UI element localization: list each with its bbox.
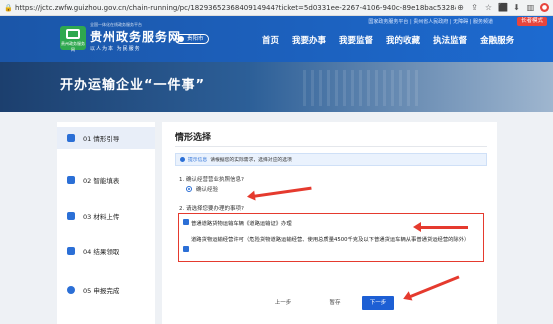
step-4[interactable]: 04 结果领取 <box>57 240 155 262</box>
url-text[interactable]: https://jctc.zwfw.guizhou.gov.cn/chain-r… <box>15 4 456 12</box>
main-nav: 首页 我要办事 我要监督 我的收藏 执法监督 金融服务 <box>262 34 514 46</box>
page-title: 开办运输企业“一件事” <box>60 78 206 93</box>
brand: 全国一体化在线政务服务平台 贵州政务服务网 以人为本 为民服务 <box>90 22 181 52</box>
city-selector[interactable]: 贵阳市 <box>175 34 209 44</box>
city-label: 贵阳市 <box>187 36 204 42</box>
checkbox-item-1[interactable] <box>183 219 189 225</box>
form-icon <box>67 176 75 184</box>
lock-icon: 🔒 <box>4 3 13 12</box>
checkbox-item-2[interactable] <box>183 246 189 252</box>
item-2-label: 道路货物运输经营许可（危险货物道路运输经营、使用总质量4500千克及以下普通货运… <box>191 237 470 243</box>
site-logo[interactable]: 贵州政务服务网 <box>60 26 86 52</box>
zoom-icon[interactable]: ⊕ <box>456 3 465 12</box>
logo-icon <box>66 29 80 39</box>
brand-small: 全国一体化在线政务服务平台 <box>90 22 142 27</box>
step-label: 02 智能填表 <box>83 177 120 185</box>
brand-slogan: 以人为本 为民服务 <box>90 46 141 52</box>
top-links[interactable]: 国家政务服务平台 | 贵州省人民政府 | 无障碍 | 服务频道 <box>368 18 493 25</box>
action-bar: 上一步 暂存 下一步 <box>162 293 497 313</box>
logo-caption: 贵州政务服务网 <box>61 41 85 52</box>
nav-item-enforcement[interactable]: 执法监督 <box>433 34 467 46</box>
q1-option-label: 确认经验 <box>196 187 219 193</box>
profile-icon[interactable]: ● <box>540 3 549 12</box>
step-2[interactable]: 02 智能填表 <box>57 169 155 191</box>
notice-tag: 提示信息 <box>188 158 208 163</box>
radio-selected-icon[interactable] <box>186 186 192 192</box>
banner-decoration <box>303 70 423 106</box>
browser-toolbar: ⊕ ⇪ ☆ ⬛ ⬇ ▥ ● <box>456 3 549 12</box>
nav-item-favorites[interactable]: 我的收藏 <box>386 34 420 46</box>
nav-item-home[interactable]: 首页 <box>262 34 279 46</box>
save-button[interactable]: 暂存 <box>320 296 350 310</box>
browser-address-bar[interactable]: 🔒 https://jctc.zwfw.guizhou.gov.cn/chain… <box>0 0 553 16</box>
step-3[interactable]: 03 材料上传 <box>57 205 155 227</box>
step-label: 04 结果领取 <box>83 248 120 256</box>
sidebar-icon[interactable]: ▥ <box>526 3 535 12</box>
notice-bar: 提示信息 请根据您的实际需求，选择对应的选项 <box>175 153 487 166</box>
step-label: 05 申报完成 <box>83 287 120 295</box>
elder-mode-button[interactable]: 长者模式 <box>516 17 547 26</box>
page-banner: 开办运输企业“一件事” <box>0 62 553 112</box>
next-button[interactable]: 下一步 <box>362 296 394 310</box>
nav-item-supervise[interactable]: 我要监督 <box>339 34 373 46</box>
divider <box>175 146 487 147</box>
download-icon[interactable]: ⬇ <box>512 3 521 12</box>
check-circle-icon <box>67 286 75 294</box>
site-header: 国家政务服务平台 | 贵州省人民政府 | 无障碍 | 服务频道 长者模式 贵州政… <box>0 16 553 62</box>
question-2: 2. 请选择您要办理的事项? <box>179 206 244 212</box>
prev-button[interactable]: 上一步 <box>268 296 298 310</box>
extensions-icon[interactable]: ⬛ <box>498 3 508 12</box>
brand-name: 贵州政务服务网 <box>90 30 182 44</box>
step-1[interactable]: 01 情形引导 <box>57 127 155 149</box>
share-icon[interactable]: ⇪ <box>470 3 479 12</box>
result-icon <box>67 247 75 255</box>
guide-icon <box>67 134 75 142</box>
star-icon[interactable]: ☆ <box>484 3 493 12</box>
main-area: 01 情形引导 02 智能填表 03 材料上传 04 结果领取 05 申报完成 … <box>0 112 553 324</box>
q1-option-radio[interactable]: 确认经验 <box>186 185 218 193</box>
item-1-label: 普通道路货物运输车辆《道路运输证》办理 <box>191 221 292 227</box>
upload-icon <box>67 212 75 220</box>
steps-sidebar: 01 情形引导 02 智能填表 03 材料上传 04 结果领取 05 申报完成 <box>57 122 155 324</box>
section-title: 情形选择 <box>175 133 212 143</box>
info-icon <box>180 157 185 162</box>
question-1: 1. 确认经营营业执照信息? <box>179 177 244 183</box>
location-icon <box>178 36 184 42</box>
step-label: 01 情形引导 <box>83 135 120 143</box>
nav-item-services[interactable]: 我要办事 <box>292 34 326 46</box>
step-label: 03 材料上传 <box>83 213 120 221</box>
notice-text: 请根据您的实际需求，选择对应的选项 <box>210 158 292 163</box>
highlight-box: 普通道路货物运输车辆《道路运输证》办理 道路货物运输经营许可（危险货物道路运输经… <box>178 213 484 262</box>
scenario-panel: 情形选择 提示信息 请根据您的实际需求，选择对应的选项 1. 确认经营营业执照信… <box>162 122 497 324</box>
nav-item-finance[interactable]: 金融服务 <box>480 34 514 46</box>
annotation-arrow <box>413 222 468 232</box>
step-5[interactable]: 05 申报完成 <box>57 279 155 301</box>
